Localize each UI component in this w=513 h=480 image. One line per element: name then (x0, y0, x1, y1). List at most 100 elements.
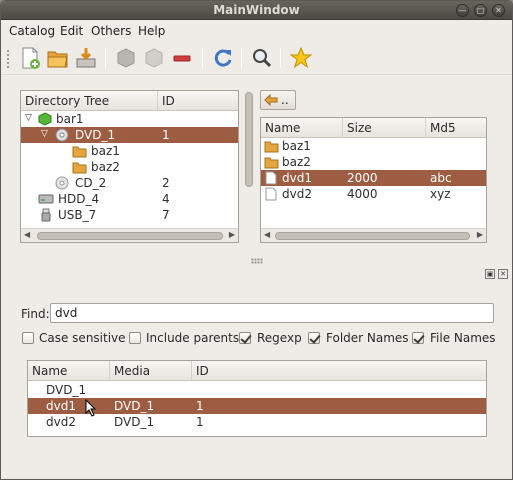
file-size: 2000 (347, 171, 378, 185)
directory-tree[interactable]: Directory Tree ID ▽ bar1 ▽ DVD_1 1 baz1 … (20, 90, 239, 243)
case-sensitive-checkbox[interactable] (22, 332, 34, 344)
column-header-id[interactable]: ID (158, 91, 238, 111)
regexp-checkbox[interactable] (239, 332, 251, 344)
file-icon (265, 187, 277, 201)
toolbar-separator (202, 48, 203, 68)
scrollbar-thumb[interactable] (275, 232, 470, 240)
scroll-left-icon[interactable]: ◀ (24, 230, 30, 239)
title-bar[interactable]: MainWindow — □ ✕ (1, 1, 512, 20)
file-md5: xyz (430, 187, 451, 201)
menu-others[interactable]: Others (91, 24, 131, 38)
file-row-dvd2[interactable]: dvd2 4000 xyz (261, 186, 486, 202)
file-name: baz1 (282, 139, 311, 153)
menu-catalog[interactable]: Catalog (9, 24, 55, 38)
result-id: 1 (196, 415, 204, 429)
add-disc-disabled-button[interactable] (141, 45, 167, 71)
find-label: Find: (21, 307, 50, 321)
scroll-right-icon[interactable]: ▶ (229, 230, 235, 239)
result-media: DVD_1 (114, 399, 155, 413)
menu-bar: Catalog Edit Others Help (1, 21, 512, 41)
file-list[interactable]: Name Size Md5 baz1 baz2 dvd1 2000 abc dv… (260, 117, 487, 243)
dock-close-button[interactable]: ✕ (498, 269, 508, 279)
regexp-label[interactable]: Regexp (257, 331, 302, 345)
file-name: baz2 (282, 155, 311, 169)
column-header-md5[interactable]: Md5 (426, 118, 486, 138)
file-row-baz2[interactable]: baz2 (261, 154, 486, 170)
catalog-icon (38, 112, 52, 126)
scroll-right-icon[interactable]: ▶ (477, 230, 483, 239)
file-row-baz1[interactable]: baz1 (261, 138, 486, 154)
expander-expanded-icon[interactable]: ▽ (41, 129, 48, 139)
float-icon: ▣ (486, 270, 494, 278)
column-header-name[interactable]: Name (28, 361, 110, 381)
column-header-media[interactable]: Media (110, 361, 192, 381)
include-parents-label[interactable]: Include parents (146, 331, 239, 345)
search-button[interactable] (249, 45, 275, 71)
new-catalog-button[interactable] (17, 45, 43, 71)
folder-icon (72, 162, 87, 174)
menu-edit[interactable]: Edit (60, 24, 83, 38)
file-names-label[interactable]: File Names (430, 331, 496, 345)
menu-help[interactable]: Help (138, 24, 165, 38)
add-disc-button[interactable] (113, 45, 139, 71)
folder-names-label[interactable]: Folder Names (326, 331, 409, 345)
remove-button[interactable] (169, 45, 195, 71)
file-list-horizontal-scrollbar[interactable]: ◀ ▶ (261, 228, 486, 242)
tree-row-usb7[interactable]: USB_7 7 (21, 207, 238, 223)
case-sensitive-label[interactable]: Case sensitive (39, 331, 126, 345)
close-button[interactable]: ✕ (492, 4, 505, 17)
minimize-icon: — (458, 6, 467, 15)
result-name: dvd2 (46, 415, 76, 429)
folder-names-checkbox[interactable] (308, 332, 320, 344)
splitter-handle-icon[interactable] (251, 258, 263, 264)
tree-horizontal-scrollbar[interactable]: ◀ ▶ (21, 228, 238, 242)
tree-row-id: 7 (162, 208, 170, 222)
scroll-left-icon[interactable]: ◀ (264, 230, 270, 239)
tree-row-hdd4[interactable]: HDD_4 4 (21, 191, 238, 207)
toolbar (1, 41, 512, 75)
close-icon: ✕ (495, 6, 502, 15)
scrollbar-thumb[interactable] (37, 232, 223, 240)
favorite-button[interactable] (288, 45, 314, 71)
new-catalog-icon (22, 47, 40, 69)
maximize-button[interactable]: □ (474, 4, 487, 17)
dock-float-button[interactable]: ▣ (485, 269, 495, 279)
scrollbar-thumb[interactable] (245, 92, 253, 187)
column-header-size[interactable]: Size (343, 118, 426, 138)
file-name: dvd1 (282, 171, 312, 185)
tree-vertical-scrollbar[interactable] (243, 90, 253, 190)
toolbar-separator (105, 48, 106, 68)
up-button[interactable]: .. (260, 90, 296, 110)
favorite-star-icon (289, 46, 313, 69)
column-header-directory-tree[interactable]: Directory Tree (21, 91, 158, 111)
open-button[interactable] (45, 45, 71, 71)
file-size: 4000 (347, 187, 378, 201)
tree-row-label: USB_7 (58, 208, 97, 222)
toolbar-grip-icon[interactable] (6, 49, 10, 69)
refresh-button[interactable] (210, 45, 236, 71)
file-row-dvd1[interactable]: dvd1 2000 abc (261, 170, 486, 186)
find-input[interactable] (50, 303, 494, 323)
window-title: MainWindow (213, 3, 300, 17)
save-icon (76, 48, 96, 68)
result-name: DVD_1 (46, 383, 87, 397)
tree-row-bar1[interactable]: ▽ bar1 (21, 111, 238, 127)
add-disc-icon (117, 48, 135, 68)
folder-icon (264, 141, 279, 153)
close-icon: ✕ (500, 270, 506, 278)
open-folder-icon (47, 51, 68, 68)
result-row-dvd-1[interactable]: DVD_1 (28, 382, 486, 398)
tree-row-label: CD_2 (75, 176, 107, 190)
expander-expanded-icon[interactable]: ▽ (25, 113, 32, 123)
column-header-id[interactable]: ID (192, 361, 486, 381)
file-names-checkbox[interactable] (412, 332, 424, 344)
column-header-name[interactable]: Name (261, 118, 343, 138)
tree-row-dvd1[interactable]: ▽ DVD_1 1 (21, 127, 238, 143)
save-button[interactable] (73, 45, 99, 71)
tree-row-baz2[interactable]: baz2 (21, 159, 238, 175)
tree-row-baz1[interactable]: baz1 (21, 143, 238, 159)
include-parents-checkbox[interactable] (129, 332, 141, 344)
tree-row-label: HDD_4 (58, 192, 100, 206)
minimize-button[interactable]: — (456, 4, 469, 17)
tree-row-cd2[interactable]: CD_2 2 (21, 175, 238, 191)
